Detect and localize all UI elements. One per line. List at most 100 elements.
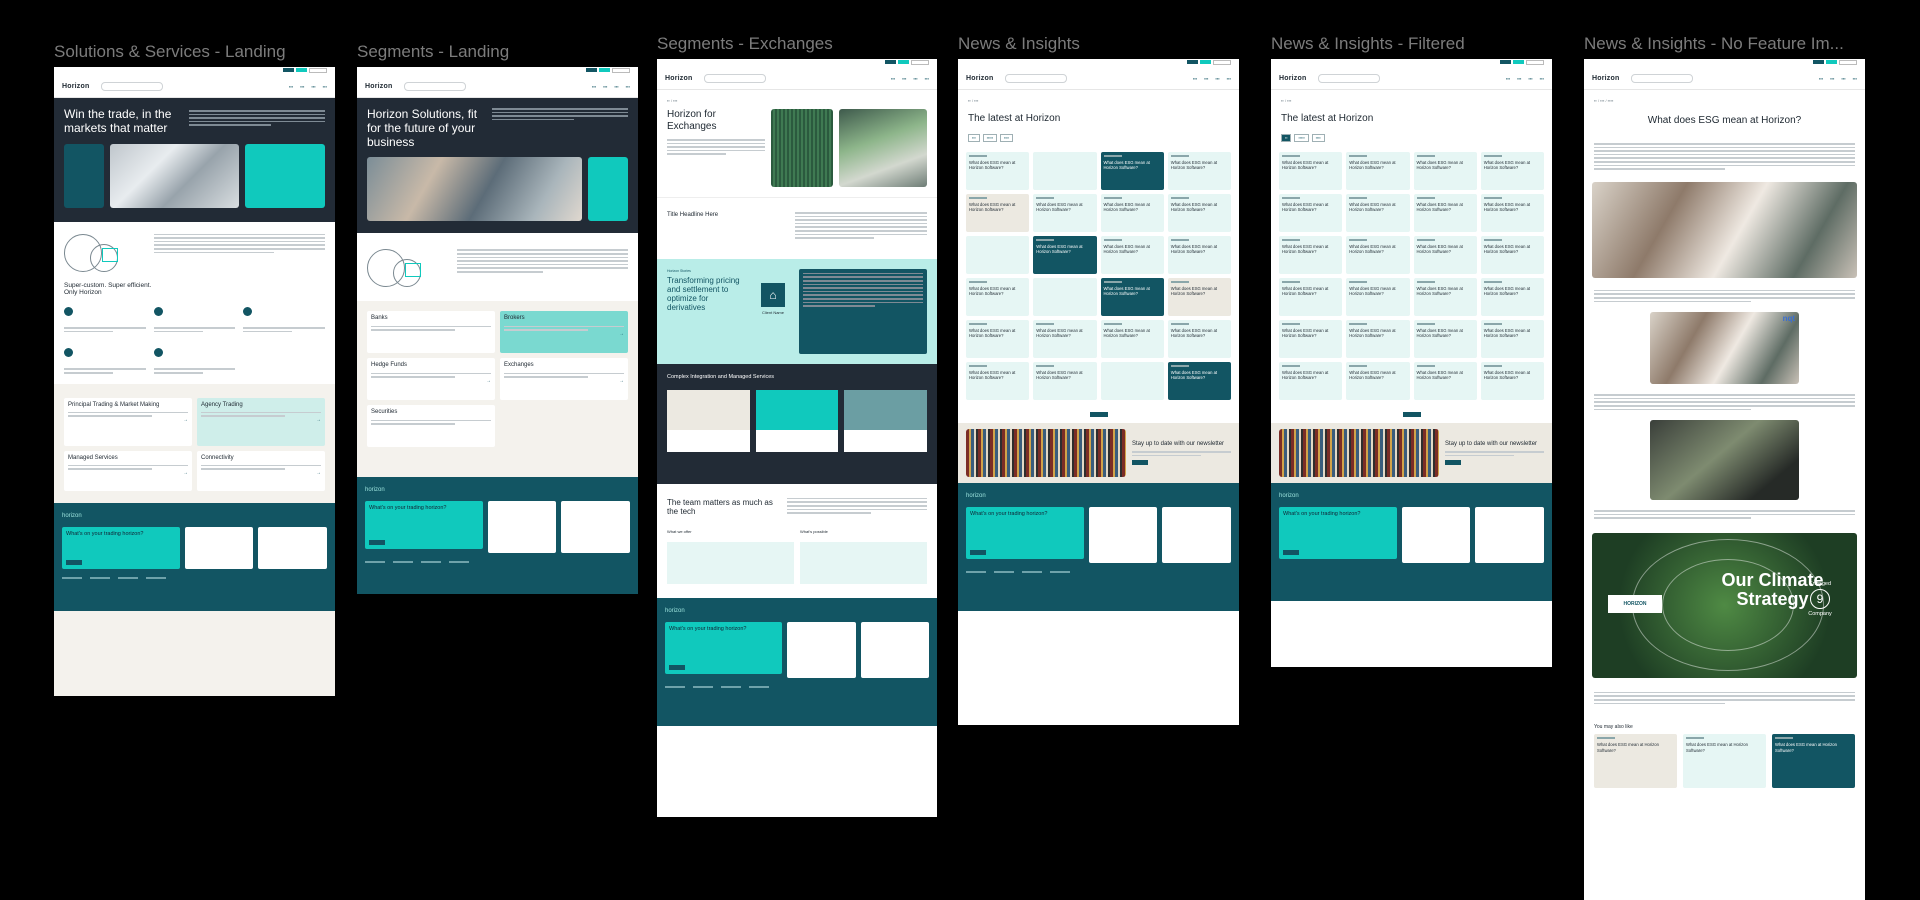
search-input[interactable] (1631, 73, 1694, 83)
news-card-image[interactable] (966, 236, 1030, 274)
news-card[interactable]: What does ESG mean at Horizon Software? (1279, 194, 1343, 232)
news-card[interactable]: What does ESG mean at Horizon Software? (1033, 194, 1097, 232)
news-card[interactable]: What does ESG mean at Horizon Software? (966, 152, 1030, 190)
news-card[interactable]: What does ESG mean at Horizon Software? (1346, 320, 1410, 358)
search-input[interactable] (101, 81, 164, 91)
news-card[interactable]: What does ESG mean at Horizon Software? (1413, 362, 1477, 400)
news-card[interactable]: What does ESG mean at Horizon Software? (1167, 362, 1231, 400)
card-managed-services[interactable]: Managed Services → (64, 450, 192, 491)
news-card[interactable]: What does ESG mean at Horizon Software? (1100, 278, 1164, 316)
news-card[interactable]: What does ESG mean at Horizon Software? (1279, 320, 1343, 358)
frame-news-no-feature-image[interactable]: Horizon ▪▪▪ ▪▪▪ ▪▪▪ ▪▪▪ ▪▪ / ▪▪▪ / ▪▪▪▪ Wha… (1584, 59, 1865, 900)
news-card[interactable]: What does ESG mean at Horizon Software? (1346, 278, 1410, 316)
frame-solutions-landing[interactable]: Horizon ▪▪▪ ▪▪▪ ▪▪▪ ▪▪▪ Win the trade, in t… (54, 67, 335, 696)
card-hedge-funds[interactable]: Hedge Funds → (367, 358, 495, 401)
news-card[interactable]: What does ESG mean at Horizon Software? (966, 320, 1030, 358)
related-card[interactable]: What does ESG mean at Horizon Software? (1683, 734, 1766, 789)
logo[interactable]: Horizon (62, 83, 89, 90)
logo[interactable]: Horizon (1279, 75, 1306, 82)
footer-cta[interactable]: What's on your trading horizon? (365, 501, 483, 550)
news-card[interactable]: What does ESG mean at Horizon Software? (1413, 236, 1477, 274)
news-card[interactable]: What does ESG mean at Horizon Software? (1100, 320, 1164, 358)
logo[interactable]: Horizon (966, 75, 993, 82)
news-card[interactable]: What does ESG mean at Horizon Software? (1279, 362, 1343, 400)
filter-bar[interactable]: ▪▪ ▪▪▪▪▪ ▪▪▪▪ (1271, 130, 1552, 146)
subscribe-button[interactable] (1132, 460, 1148, 466)
card-exchanges[interactable]: Exchanges → (500, 358, 628, 401)
news-card[interactable]: What does ESG mean at Horizon Software? (1413, 278, 1477, 316)
frame-news-insights[interactable]: Horizon ▪▪▪ ▪▪▪ ▪▪▪ ▪▪▪ ▪▪ / ▪▪▪ The latest… (958, 59, 1239, 725)
news-card[interactable]: What does ESG mean at Horizon Software? (1279, 278, 1343, 316)
card-securities[interactable]: Securities (367, 405, 495, 448)
team-section: The team matters as much as the tech (657, 484, 937, 525)
news-card[interactable]: What does ESG mean at Horizon Software? (1346, 152, 1410, 190)
news-card-image[interactable] (1033, 278, 1097, 316)
load-more-button[interactable] (1089, 412, 1108, 417)
news-card[interactable]: What does ESG mean at Horizon Software? (1480, 152, 1544, 190)
news-card[interactable]: What does ESG mean at Horizon Software? (1279, 152, 1343, 190)
news-card[interactable]: What does ESG mean at Horizon Software? (966, 194, 1030, 232)
news-card-title: What does ESG mean at Horizon Software? (1416, 160, 1463, 171)
footer-cta[interactable]: What's on your trading horizon? (665, 621, 783, 674)
news-card[interactable]: What does ESG mean at Horizon Software? (966, 278, 1030, 316)
news-card[interactable]: What does ESG mean at Horizon Software? (1167, 320, 1231, 358)
news-card[interactable]: What does ESG mean at Horizon Software? (1346, 362, 1410, 400)
news-card[interactable]: What does ESG mean at Horizon Software? (1480, 236, 1544, 274)
news-card[interactable]: What does ESG mean at Horizon Software? (1167, 278, 1231, 316)
news-card-title: What does ESG mean at Horizon Software? (1349, 370, 1396, 381)
frame-segments-exchanges[interactable]: Horizon ▪▪▪ ▪▪▪ ▪▪▪ ▪▪▪ ▪▪ / ▪▪▪ Horizon fo… (657, 59, 937, 817)
news-card[interactable]: What does ESG mean at Horizon Software? (1033, 362, 1097, 400)
page-title: The latest at Horizon (968, 113, 1061, 124)
news-card[interactable]: What does ESG mean at Horizon Software? (1167, 236, 1231, 274)
footer-cta[interactable]: What's on your trading horizon? (966, 507, 1084, 559)
news-card-title: What does ESG mean at Horizon Software? (969, 286, 1016, 297)
logo[interactable]: Horizon (1592, 75, 1619, 82)
news-card[interactable]: What does ESG mean at Horizon Software? (1480, 278, 1544, 316)
news-card[interactable]: What does ESG mean at Horizon Software? (1346, 236, 1410, 274)
hero-image-green (771, 109, 833, 187)
news-card[interactable]: What does ESG mean at Horizon Software? (1480, 320, 1544, 358)
logo[interactable]: Horizon (365, 83, 392, 90)
search-input[interactable] (1005, 73, 1068, 83)
news-card[interactable]: What does ESG mean at Horizon Software? (1167, 194, 1231, 232)
subscribe-button[interactable] (1445, 460, 1461, 466)
news-card[interactable]: What does ESG mean at Horizon Software? (1413, 152, 1477, 190)
news-card[interactable]: What does ESG mean at Horizon Software? (1279, 236, 1343, 274)
news-card-image[interactable] (1100, 362, 1164, 400)
search-input[interactable] (404, 81, 467, 91)
news-card[interactable]: What does ESG mean at Horizon Software? (1100, 236, 1164, 274)
frame-news-filtered[interactable]: Horizon ▪▪▪ ▪▪▪ ▪▪▪ ▪▪▪ ▪▪ / ▪▪▪ The latest… (1271, 59, 1552, 667)
news-card[interactable]: What does ESG mean at Horizon Software? (1033, 320, 1097, 358)
load-more-button[interactable] (1402, 412, 1421, 417)
news-card[interactable]: What does ESG mean at Horizon Software? (1413, 320, 1477, 358)
news-card-title: What does ESG mean at Horizon Software? (1103, 244, 1150, 255)
search-input[interactable] (704, 73, 767, 83)
footer-cta[interactable]: What's on your trading horizon? (62, 526, 180, 569)
news-card[interactable]: What does ESG mean at Horizon Software? (1033, 236, 1097, 274)
card-banks[interactable]: Banks (367, 311, 495, 354)
frame-segments-landing[interactable]: Horizon ▪▪▪ ▪▪▪ ▪▪▪ ▪▪▪ Horizon Solutions, … (357, 67, 638, 594)
related-card[interactable]: What does ESG mean at Horizon Software? (1772, 734, 1855, 789)
hero-title: Horizon for Exchanges (667, 109, 717, 132)
news-card-title: What does ESG mean at Horizon Software? (1103, 202, 1150, 213)
nqt-logo: nqt (1782, 314, 1795, 324)
news-card[interactable]: What does ESG mean at Horizon Software? (966, 362, 1030, 400)
footer-cta[interactable]: What's on your trading horizon? (1279, 507, 1397, 559)
logo[interactable]: Horizon (665, 75, 692, 82)
card-principal-trading[interactable]: Principal Trading & Market Making → (64, 397, 192, 446)
search-input[interactable] (1318, 73, 1381, 83)
news-card[interactable]: What does ESG mean at Horizon Software? (1480, 194, 1544, 232)
news-card[interactable]: What does ESG mean at Horizon Software? (1100, 194, 1164, 232)
news-card[interactable]: What does ESG mean at Horizon Software? (1167, 152, 1231, 190)
news-card[interactable]: What does ESG mean at Horizon Software? (1413, 194, 1477, 232)
card-agency-trading[interactable]: Agency Trading → (197, 397, 325, 446)
card-connectivity[interactable]: Connectivity → (197, 450, 325, 491)
news-card-title: What does ESG mean at Horizon Software? (1170, 202, 1218, 213)
related-card[interactable]: What does ESG mean at Horizon Software? (1594, 734, 1677, 789)
card-brokers[interactable]: Brokers → (500, 311, 628, 354)
news-card[interactable]: What does ESG mean at Horizon Software? (1480, 362, 1544, 400)
news-card[interactable]: What does ESG mean at Horizon Software? (1100, 152, 1164, 190)
news-card-image[interactable] (1033, 152, 1097, 190)
filter-bar[interactable]: ▪▪▪ ▪▪▪▪▪ ▪▪▪▪ (958, 130, 1239, 146)
news-card[interactable]: What does ESG mean at Horizon Software? (1346, 194, 1410, 232)
